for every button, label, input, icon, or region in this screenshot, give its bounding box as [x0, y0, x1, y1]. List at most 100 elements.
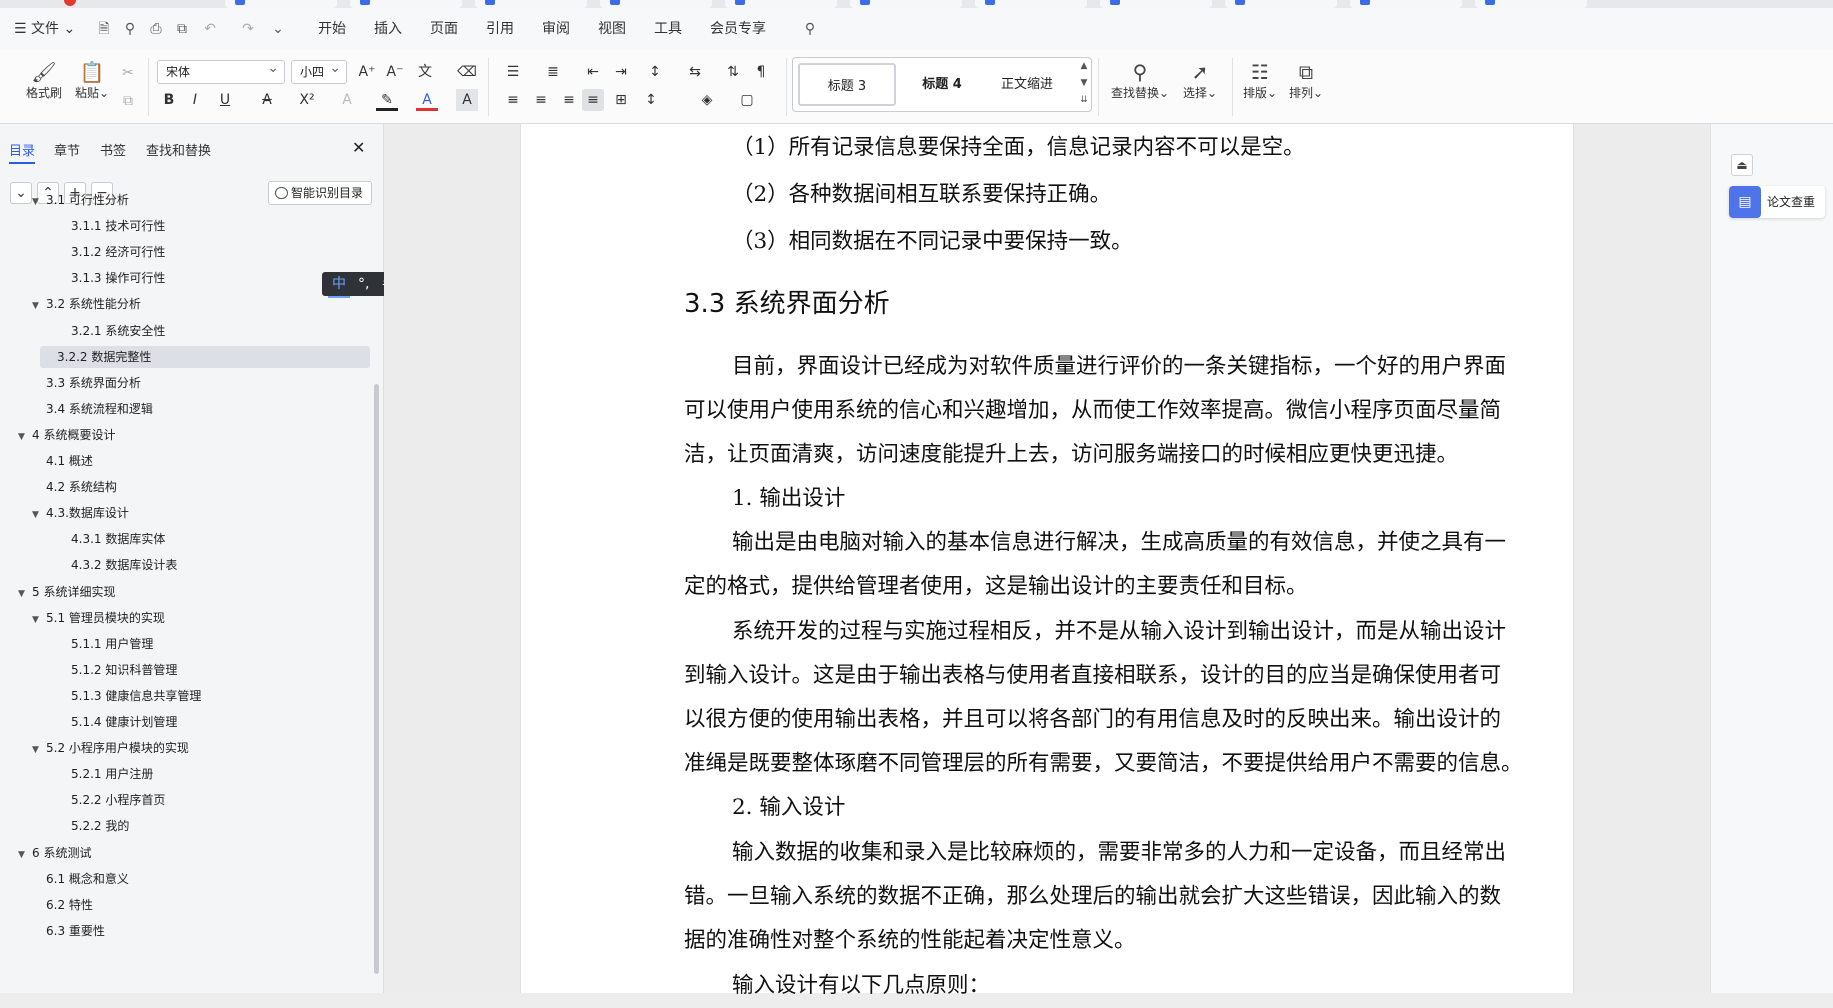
- copy-icon[interactable]: ⧉: [117, 90, 139, 112]
- line-spacing-icon[interactable]: ↕: [640, 89, 662, 111]
- document-line[interactable]: 输入数据的收集和录入是比较麻烦的，需要非常多的人力和一定设备，而且经常出: [732, 831, 1506, 875]
- toc-item[interactable]: 6.2 特性: [46, 894, 93, 916]
- document-tab[interactable]: [975, 0, 1087, 8]
- style-heading-3[interactable]: 标题 3: [798, 63, 896, 106]
- tab-bookmark[interactable]: 书签: [100, 140, 126, 159]
- shading-icon[interactable]: ◈: [696, 89, 718, 111]
- document-tab[interactable]: [600, 0, 712, 8]
- expand-arrow-icon[interactable]: ▼: [32, 504, 46, 526]
- tab-membership[interactable]: 会员专享: [710, 8, 766, 50]
- print-icon[interactable]: ⎙: [148, 21, 164, 37]
- toc-item[interactable]: ▼ 4 系统概要设计: [18, 424, 115, 446]
- strikethrough-icon[interactable]: A: [256, 89, 278, 111]
- toc-item[interactable]: 5.1.4 健康计划管理: [71, 711, 177, 733]
- grow-font-icon[interactable]: A⁺: [356, 61, 378, 83]
- text-direction-icon[interactable]: ↕: [644, 61, 666, 83]
- toc-item[interactable]: 3.4 系统流程和逻辑: [46, 398, 153, 420]
- document-line[interactable]: 2. 输入设计: [732, 786, 845, 830]
- section-heading[interactable]: 3.3 系统界面分析: [684, 284, 890, 324]
- toc-item[interactable]: 3.3 系统界面分析: [46, 372, 141, 394]
- phonetic-icon[interactable]: 文: [414, 61, 436, 83]
- underline-icon[interactable]: U: [214, 89, 236, 111]
- document-line[interactable]: （2）各种数据间相互联系要保持正确。: [732, 173, 1111, 217]
- paste-button[interactable]: 📋 粘贴⌄: [72, 60, 112, 102]
- document-line[interactable]: 到输入设计。这是由于输出表格与使用者直接相联系，设计的目的应当是确保使用者可: [684, 654, 1501, 698]
- thesis-check-button[interactable]: ▤ 论文查重: [1729, 186, 1825, 218]
- search-icon[interactable]: ⚲: [802, 21, 818, 37]
- text-effect-icon[interactable]: A: [336, 89, 358, 111]
- toc-item[interactable]: 5.1.1 用户管理: [71, 633, 153, 655]
- document-line[interactable]: 准绳是既要整体琢磨不同管理层的所有需要，又要简洁，不要提供给用户不需要的信息。: [684, 742, 1523, 786]
- bold-icon[interactable]: B: [158, 89, 180, 111]
- align-center-icon[interactable]: ≡: [530, 89, 552, 111]
- tab-home[interactable]: 开始: [318, 8, 346, 50]
- toc-item[interactable]: 3.1.3 操作可行性: [71, 267, 165, 289]
- tab-reference[interactable]: 引用: [486, 8, 514, 50]
- border-icon[interactable]: ▢: [736, 89, 758, 111]
- document-line[interactable]: 输出是由电脑对输入的基本信息进行解决，生成高质量的有效信息，并使之具有一: [732, 521, 1506, 565]
- undo-icon[interactable]: ↶: [202, 21, 218, 37]
- document-line[interactable]: 据的准确性对整个系统的性能起着决定性意义。: [684, 919, 1136, 963]
- tab-chapter[interactable]: 章节: [54, 140, 80, 159]
- document-line[interactable]: （1）所有记录信息要保持全面，信息记录内容不可以是空。: [732, 126, 1305, 170]
- font-color-icon[interactable]: A: [416, 89, 438, 111]
- distribute-icon[interactable]: ⊞: [610, 89, 632, 111]
- expand-arrow-icon[interactable]: ▼: [18, 426, 32, 448]
- file-menu[interactable]: ☰ 文件 ⌄: [14, 8, 75, 50]
- toc-item[interactable]: 6.1 概念和意义: [46, 868, 129, 890]
- toc-item[interactable]: ▼ 6 系统测试: [18, 842, 91, 864]
- style-body-indent[interactable]: 正文缩进: [978, 63, 1076, 106]
- toc-item[interactable]: ▼ 5.2 小程序用户模块的实现: [32, 737, 189, 759]
- expand-arrow-icon[interactable]: ▼: [32, 739, 46, 761]
- document-tab[interactable]: [475, 0, 587, 8]
- layout-button[interactable]: ☷ 排版⌄: [1240, 60, 1280, 102]
- show-marks-icon[interactable]: ¶: [750, 61, 772, 83]
- toc-item[interactable]: ▼ 4.3.数据库设计: [32, 502, 129, 524]
- char-shading-icon[interactable]: A: [456, 89, 478, 111]
- toc-item[interactable]: 4.1 概述: [46, 450, 93, 472]
- tab-find-replace[interactable]: 查找和替换: [146, 140, 211, 159]
- increase-indent-icon[interactable]: ⇥: [610, 61, 632, 83]
- toc-item[interactable]: ▼ 3.1 可行性分析: [32, 189, 129, 211]
- nav-scrollbar[interactable]: [374, 384, 379, 974]
- toc-item[interactable]: 6.3 重要性: [46, 920, 105, 942]
- align-left-icon[interactable]: ≡: [502, 89, 524, 111]
- document-tab[interactable]: [1100, 0, 1212, 8]
- toc-item[interactable]: 3.1.2 经济可行性: [71, 241, 165, 263]
- superscript-icon[interactable]: X²: [296, 89, 318, 111]
- toc-item[interactable]: ▼ 5 系统详细实现: [18, 581, 115, 603]
- document-line[interactable]: 错。一旦输入系统的数据不正确，那么处理后的输出就会扩大这些错误，因此输入的数: [684, 875, 1501, 919]
- justify-icon[interactable]: ≡: [582, 89, 604, 111]
- document-page[interactable]: （1）所有记录信息要保持全面，信息记录内容不可以是空。 （2）各种数据间相互联系要…: [520, 124, 1574, 998]
- document-tab[interactable]: [725, 0, 837, 8]
- ime-punct[interactable]: °,: [358, 272, 369, 296]
- link-icon[interactable]: ⚲: [122, 21, 138, 37]
- find-replace-button[interactable]: ⚲ 查找替换⌄: [1108, 60, 1172, 102]
- document-tab[interactable]: [850, 0, 962, 8]
- italic-icon[interactable]: I: [184, 89, 206, 111]
- document-line[interactable]: 目前，界面设计已经成为对软件质量进行评价的一条关键指标，一个好的用户界面: [732, 345, 1506, 389]
- tab-insert[interactable]: 插入: [374, 8, 402, 50]
- decrease-indent-icon[interactable]: ⇤: [582, 61, 604, 83]
- align-right-icon[interactable]: ≡: [558, 89, 580, 111]
- format-painter-button[interactable]: 🖌 格式刷: [22, 60, 66, 102]
- toc-item[interactable]: 5.2.2 小程序首页: [71, 789, 165, 811]
- tab-page[interactable]: 页面: [430, 8, 458, 50]
- select-button[interactable]: ➚ 选择⌄: [1178, 60, 1222, 102]
- redo-icon[interactable]: ↷: [240, 21, 256, 37]
- toc-item[interactable]: ▼ 5.1 管理员模块的实现: [32, 607, 165, 629]
- close-icon[interactable]: ✕: [352, 138, 365, 157]
- font-name-select[interactable]: 宋体: [157, 57, 285, 84]
- toc-item[interactable]: 5.2.2 我的: [71, 815, 129, 837]
- document-line[interactable]: 以很方便的使用输出表格，并且可以将各部门的有用信息及时的反映出来。输出设计的: [684, 698, 1501, 742]
- bullet-list-icon[interactable]: ☰: [502, 61, 524, 83]
- document-tab-active[interactable]: [1475, 0, 1587, 8]
- tab-toc[interactable]: 目录: [9, 140, 36, 164]
- toc-item[interactable]: 3.1.1 技术可行性: [71, 215, 165, 237]
- document-line[interactable]: 输入设计有以下几点原则：: [732, 964, 990, 1008]
- tab-tools[interactable]: 工具: [654, 8, 682, 50]
- expand-arrow-icon[interactable]: ▼: [18, 844, 32, 866]
- document-line[interactable]: 可以使用户使用系统的信心和兴趣增加，从而使工作效率提高。微信小程序页面尽量简: [684, 389, 1501, 433]
- document-tab[interactable]: [1350, 0, 1462, 8]
- font-size-select[interactable]: 小四: [291, 57, 347, 84]
